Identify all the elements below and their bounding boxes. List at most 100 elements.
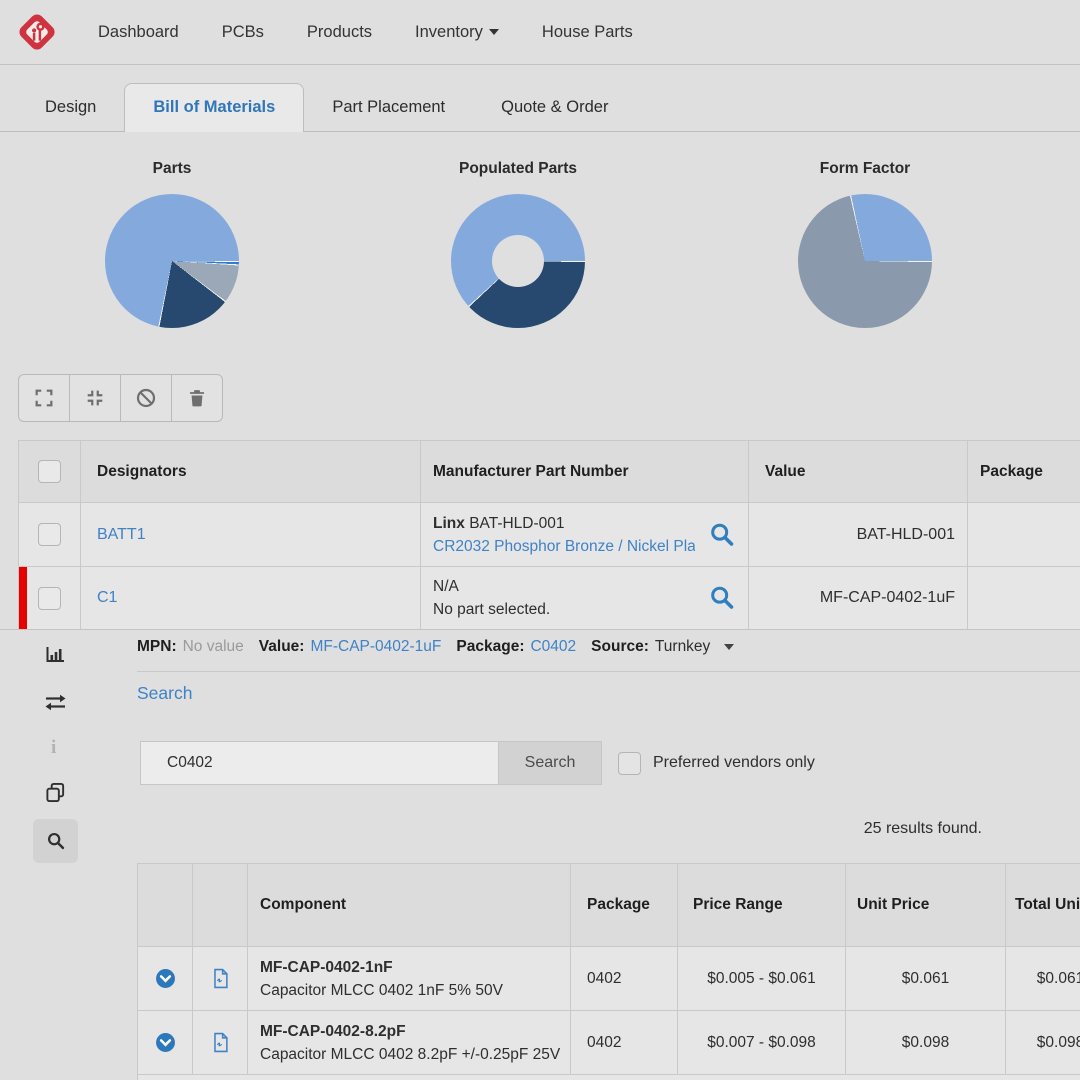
total-unit-price-cell: $0.061 bbox=[1037, 970, 1080, 988]
tab-quote-order[interactable]: Quote & Order bbox=[473, 84, 636, 131]
expand-row-icon[interactable] bbox=[155, 1032, 176, 1053]
nav-item-products[interactable]: Products bbox=[307, 23, 372, 42]
macrofab-logo-icon[interactable] bbox=[14, 9, 60, 55]
expand-all-button[interactable] bbox=[18, 374, 70, 422]
package-cell bbox=[968, 503, 1080, 566]
divider bbox=[137, 671, 1080, 672]
package-cell: 0402 bbox=[587, 970, 621, 988]
row-checkbox[interactable] bbox=[38, 587, 61, 610]
column-header-package: Package bbox=[587, 896, 650, 914]
column-header-mpn: Manufacturer Part Number bbox=[433, 463, 629, 481]
mpn-cell: N/A No part selected. bbox=[433, 575, 695, 621]
mpn-value: No value bbox=[183, 638, 244, 656]
bom-table: Designators Manufacturer Part Number Val… bbox=[18, 440, 1080, 629]
tab-design[interactable]: Design bbox=[17, 84, 124, 131]
pdf-datasheet-icon[interactable] bbox=[212, 968, 229, 989]
value-link[interactable]: MF-CAP-0402-1uF bbox=[310, 638, 441, 656]
bom-row-batt1: BATT1 Linx BAT-HLD-001 CR2032 Phosphor B… bbox=[19, 503, 1080, 567]
error-flag bbox=[19, 567, 27, 629]
search-part-icon[interactable] bbox=[709, 585, 736, 612]
source-dropdown[interactable]: Source:Turnkey bbox=[591, 638, 734, 656]
part-summary-bar: MPN:No value Value:MF-CAP-0402-1uF Packa… bbox=[137, 638, 734, 656]
expand-row-icon[interactable] bbox=[155, 968, 176, 989]
result-row: MF-CAP-0402-1nF Capacitor MLCC 0402 1nF … bbox=[138, 947, 1080, 1011]
column-header-designators: Designators bbox=[97, 463, 187, 481]
designator-link[interactable]: BATT1 bbox=[97, 526, 146, 544]
search-rail-button[interactable] bbox=[33, 819, 78, 863]
designator-link[interactable]: C1 bbox=[97, 589, 117, 607]
chart-parts: Parts bbox=[5, 140, 339, 328]
nav-item-dashboard[interactable]: Dashboard bbox=[98, 23, 179, 42]
chart-title: Populated Parts bbox=[351, 160, 685, 178]
bar-chart-icon[interactable] bbox=[46, 646, 65, 663]
search-results-table: Component Package Price Range Unit Price… bbox=[137, 863, 1080, 1080]
package-link[interactable]: C0402 bbox=[530, 638, 576, 656]
ban-icon bbox=[135, 387, 157, 409]
collapse-all-button[interactable] bbox=[69, 374, 121, 422]
package-cell bbox=[968, 567, 1080, 629]
component-cell: MF-CAP-0402-8.2pF Capacitor MLCC 0402 8.… bbox=[260, 1020, 570, 1066]
select-all-checkbox[interactable] bbox=[38, 460, 61, 483]
column-header-unit-price: Unit Price bbox=[857, 896, 929, 914]
part-detail-panel: i MPN:No value Value:MF-CAP-0402-1uF Pac… bbox=[0, 629, 1080, 1080]
unit-price-cell: $0.061 bbox=[902, 970, 949, 988]
chart-title: Parts bbox=[5, 160, 339, 178]
part-link[interactable]: CR2032 Phosphor Bronze / Nickel Plat bbox=[433, 535, 695, 558]
search-input[interactable] bbox=[140, 741, 499, 785]
chart-populated-parts: Populated Parts bbox=[351, 140, 685, 328]
component-cell: MF-CAP-0402-1nF Capacitor MLCC 0402 1nF … bbox=[260, 956, 570, 1002]
package-cell: 0402 bbox=[587, 1034, 621, 1052]
mpn-cell: Linx BAT-HLD-001 CR2032 Phosphor Bronze … bbox=[433, 512, 695, 558]
collapse-icon bbox=[84, 387, 106, 409]
form-factor-pie-chart bbox=[798, 194, 932, 328]
row-checkbox[interactable] bbox=[38, 523, 61, 546]
search-section-title[interactable]: Search bbox=[137, 683, 192, 704]
chevron-down-icon bbox=[489, 29, 499, 35]
column-header-package: Package bbox=[980, 463, 1043, 481]
copy-icon[interactable] bbox=[45, 782, 66, 803]
info-icon[interactable]: i bbox=[51, 737, 56, 759]
trash-icon bbox=[187, 387, 207, 409]
component-description: Capacitor MLCC 0402 8.2pF +/-0.25pF 25V bbox=[260, 1043, 570, 1066]
results-header: Component Package Price Range Unit Price… bbox=[138, 864, 1080, 947]
component-name[interactable]: MF-CAP-0402-1nF bbox=[260, 956, 570, 979]
price-range-cell: $0.005 - $0.061 bbox=[707, 970, 816, 988]
swap-icon[interactable] bbox=[44, 694, 67, 711]
value-cell: BAT-HLD-001 bbox=[857, 526, 955, 544]
tab-bill-of-materials[interactable]: Bill of Materials bbox=[124, 83, 304, 132]
component-description: Capacitor MLCC 0402 1nF 5% 50V bbox=[260, 979, 570, 1002]
nav-item-pcbs[interactable]: PCBs bbox=[222, 23, 264, 42]
column-header-total-unit-price: Total Unit Price bbox=[1015, 896, 1080, 914]
expand-icon bbox=[33, 387, 55, 409]
price-range-cell: $0.007 - $0.098 bbox=[707, 1034, 816, 1052]
component-name[interactable]: MF-CAP-0402-8.2pF bbox=[260, 1020, 570, 1043]
results-count: 25 results found. bbox=[864, 820, 982, 838]
result-row: MF-CAP-0402-8.2pF Capacitor MLCC 0402 8.… bbox=[138, 1011, 1080, 1075]
pdf-datasheet-icon[interactable] bbox=[212, 1032, 229, 1053]
tab-part-placement[interactable]: Part Placement bbox=[304, 84, 473, 131]
unit-price-cell: $0.098 bbox=[902, 1034, 949, 1052]
column-header-value: Value bbox=[765, 463, 806, 481]
top-nav: Dashboard PCBs Products Inventory House … bbox=[0, 0, 1080, 65]
partial-next-row bbox=[138, 1075, 1080, 1080]
total-unit-price-cell: $0.098 bbox=[1037, 1034, 1080, 1052]
bom-row-c1: C1 N/A No part selected. MF-CAP-0402-1uF bbox=[19, 567, 1080, 629]
chart-form-factor: Form Factor bbox=[698, 140, 1032, 328]
chevron-down-icon bbox=[724, 644, 734, 650]
bom-toolbar bbox=[18, 374, 223, 422]
value-cell: MF-CAP-0402-1uF bbox=[820, 589, 955, 607]
search-part-icon[interactable] bbox=[709, 521, 736, 548]
page: Dashboard PCBs Products Inventory House … bbox=[0, 0, 1080, 1080]
search-icon bbox=[46, 831, 66, 851]
column-header-component: Component bbox=[260, 896, 346, 914]
nav-item-house-parts[interactable]: House Parts bbox=[542, 23, 633, 42]
search-button[interactable]: Search bbox=[499, 741, 602, 785]
preferred-vendors-checkbox[interactable] bbox=[618, 752, 641, 775]
preferred-vendors-label: Preferred vendors only bbox=[653, 754, 815, 772]
donut-hole bbox=[492, 235, 544, 287]
exclude-button[interactable] bbox=[120, 374, 172, 422]
tab-bar: Design Bill of Materials Part Placement … bbox=[0, 65, 1080, 132]
nav-item-inventory[interactable]: Inventory bbox=[415, 23, 499, 42]
delete-button[interactable] bbox=[171, 374, 223, 422]
bom-table-header: Designators Manufacturer Part Number Val… bbox=[19, 441, 1080, 503]
